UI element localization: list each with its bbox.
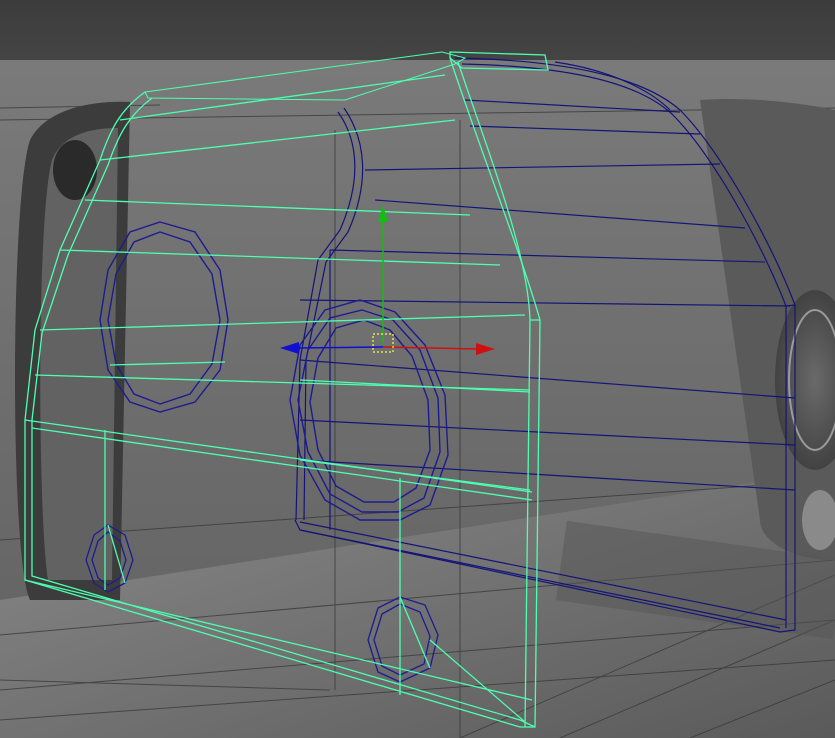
3d-viewport[interactable] [0,0,835,738]
z-axis-handle[interactable] [297,346,384,349]
viewport-canvas[interactable] [0,0,835,738]
